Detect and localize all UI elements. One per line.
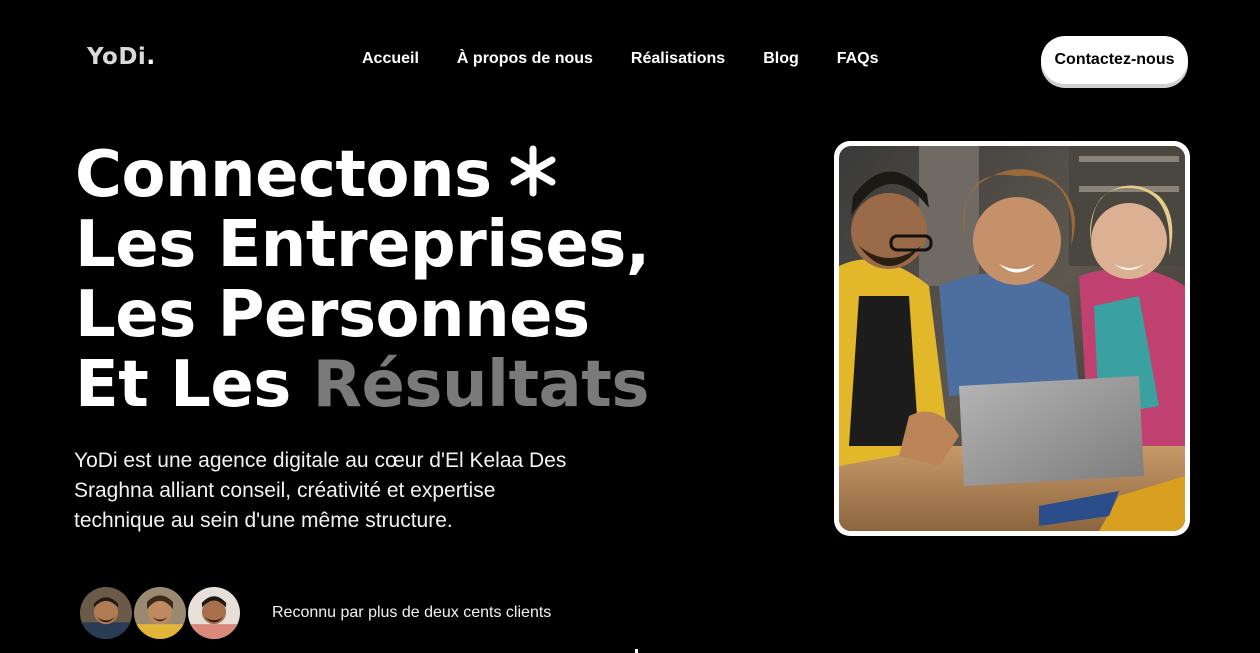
nav-item-blog[interactable]: Blog (763, 50, 799, 68)
avatar (78, 585, 134, 641)
main-nav: Accueil À propos de nous Réalisations Bl… (362, 50, 879, 68)
hero-description: YoDi est une agence digitale au cœur d'E… (74, 449, 567, 532)
avatar (132, 585, 188, 641)
hero-title-line-1: Connectons (75, 140, 650, 210)
logo[interactable]: YoDi. (87, 44, 156, 70)
logo-text: YoDi (87, 44, 147, 70)
team-photo (839, 146, 1185, 531)
trust-text: Reconnu par plus de deux cents clients (272, 604, 552, 621)
client-avatars (78, 585, 242, 641)
hero-title-text-1: Connectons (75, 138, 492, 212)
hero-title-line-3: Les Personnes (75, 278, 590, 352)
asterisk-icon (506, 142, 560, 197)
nav-item-accueil[interactable]: Accueil (362, 50, 419, 68)
nav-item-realisations[interactable]: Réalisations (631, 50, 725, 68)
nav-item-faqs[interactable]: FAQs (837, 50, 879, 68)
hero-image (834, 141, 1190, 536)
contact-button[interactable]: Contactez-nous (1041, 36, 1188, 84)
hero-title-line-2: Les Entreprises, (75, 208, 650, 282)
hero-title-line-4: Et Les Résultats (75, 350, 650, 420)
logo-dot: . (146, 44, 156, 70)
hero-title-prefix: Et Les (75, 348, 291, 422)
hero-title-highlight: Résultats (312, 348, 650, 422)
hero-title: Connectons Les Entreprises, Les Personne… (75, 140, 650, 420)
scroll-indicator (635, 649, 638, 653)
avatar (186, 585, 242, 641)
nav-item-a-propos[interactable]: À propos de nous (457, 50, 593, 68)
